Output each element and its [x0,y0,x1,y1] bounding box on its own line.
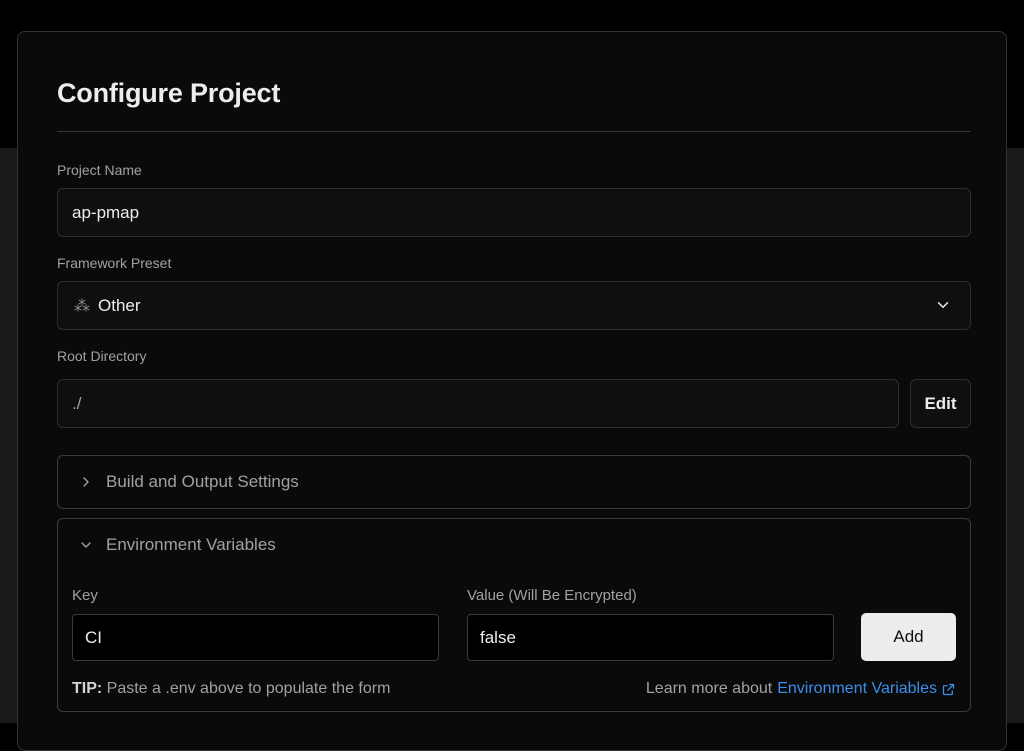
environment-variables-section: Environment Variables Key Value (Will Be… [57,518,971,712]
env-value-label: Value (Will Be Encrypted) [467,587,637,604]
environment-variables-label: Environment Variables [106,535,276,554]
project-name-label: Project Name [57,162,142,178]
chevron-right-icon [83,477,89,487]
framework-preset-label: Framework Preset [57,255,172,271]
page-title: Configure Project [57,78,281,108]
root-directory-field [57,379,899,428]
project-name-field[interactable] [57,188,971,237]
chevron-down-icon [937,302,949,308]
env-key-field[interactable] [72,614,439,661]
learn-more-text: Learn more about [645,680,773,697]
add-env-button[interactable]: Add [861,613,956,661]
root-directory-label: Root Directory [57,348,147,364]
env-tip-text: Paste a .env above to populate the form [102,680,391,697]
env-tip: TIP: Paste a .env above to populate the … [72,680,390,698]
project-name-input[interactable] [58,189,970,236]
build-output-settings-header[interactable]: Build and Output Settings [58,456,970,508]
env-key-label: Key [72,587,98,604]
build-output-settings-section[interactable]: Build and Output Settings [57,455,971,509]
env-value-input[interactable] [468,615,833,660]
framework-preset-value: Other [98,295,141,315]
edit-root-directory-button[interactable]: Edit [910,379,971,428]
env-key-input[interactable] [73,615,438,660]
learn-more: Learn more about Environment Variables [646,680,956,698]
chevron-down-icon [81,542,91,548]
triangle-dots-icon: ⁂ [74,297,90,315]
framework-preset-select[interactable]: ⁂ Other [57,281,971,330]
root-directory-input [58,380,898,427]
build-output-settings-label: Build and Output Settings [106,472,299,491]
environment-variables-link[interactable]: Environment Variables [777,680,937,698]
env-tip-strong: TIP: [72,680,103,697]
external-link-icon[interactable] [941,682,956,697]
env-value-field[interactable] [467,614,834,661]
configure-project-card: Configure Project Project Name Framework… [17,31,1007,751]
title-divider [57,131,971,132]
environment-variables-header[interactable]: Environment Variables [58,519,970,571]
